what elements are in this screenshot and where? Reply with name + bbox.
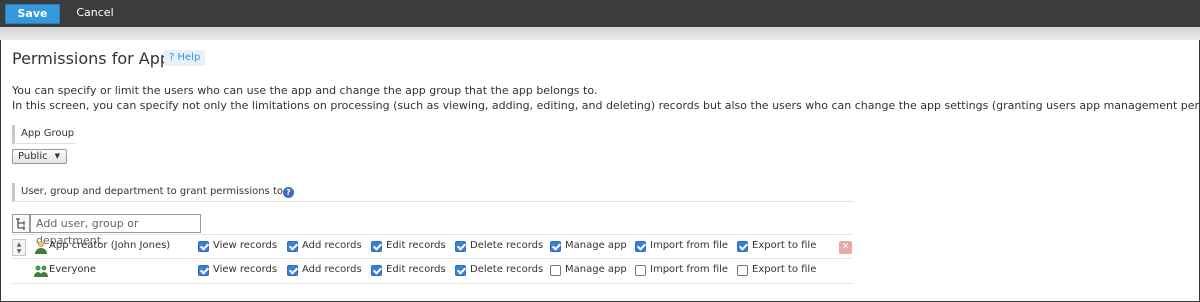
- permission-label: Add records: [302, 264, 362, 275]
- toolbar-shadow: [0, 27, 1200, 40]
- checkbox-add[interactable]: [287, 265, 298, 276]
- org-chart-icon[interactable]: [12, 214, 30, 233]
- save-button[interactable]: Save: [5, 4, 60, 24]
- permission-label: Edit records: [386, 240, 446, 251]
- description-line-1: You can specify or limit the users who c…: [12, 84, 598, 97]
- permission-row: Everyone View records Add records Edit rec…: [12, 259, 853, 284]
- checkbox-export[interactable]: [737, 241, 748, 252]
- checkbox-manage[interactable]: [550, 241, 561, 252]
- top-toolbar: Save Cancel: [0, 0, 1200, 27]
- checkbox-edit[interactable]: [371, 241, 382, 252]
- app-group-select[interactable]: Public ▼: [12, 149, 67, 164]
- permission-label: View records: [213, 240, 278, 251]
- app-group-heading: App Group: [12, 125, 76, 144]
- permission-label: Manage app: [565, 240, 627, 251]
- cancel-button[interactable]: Cancel: [71, 4, 119, 24]
- checkbox-add[interactable]: [287, 241, 298, 252]
- entity-name: Everyone: [49, 264, 97, 275]
- permissions-heading: User, group and department to grant perm…: [12, 183, 853, 202]
- permission-label: Import from file: [650, 240, 729, 251]
- permission-label: Add records: [302, 240, 362, 251]
- chevron-down-icon: ▼: [54, 152, 60, 160]
- group-icon: [34, 265, 48, 277]
- permission-label: Manage app: [565, 264, 627, 275]
- help-label: Help: [177, 52, 201, 63]
- permission-row: ▲ ▼ App creator (John Jones) View records…: [12, 234, 853, 259]
- checkbox-import[interactable]: [635, 241, 646, 252]
- checkbox-delete[interactable]: [455, 265, 466, 276]
- permission-label: Import from file: [650, 264, 729, 275]
- entity-name: App creator (John Jones): [49, 240, 171, 251]
- permission-label: Export to file: [752, 264, 817, 275]
- checkbox-delete[interactable]: [455, 241, 466, 252]
- user-icon: [35, 241, 47, 254]
- permission-label: Delete records: [470, 240, 544, 251]
- checkbox-view[interactable]: [198, 265, 209, 276]
- permission-label: Edit records: [386, 264, 446, 275]
- help-link[interactable]: ? Help: [164, 50, 206, 66]
- app-group-value: Public: [18, 151, 48, 162]
- checkbox-import[interactable]: [635, 265, 646, 276]
- page-title: Permissions for App: [12, 49, 171, 68]
- add-entity-input[interactable]: Add user, group or department: [30, 214, 201, 247]
- checkbox-manage[interactable]: [550, 265, 561, 276]
- permission-label: View records: [213, 264, 278, 275]
- permission-label: Export to file: [752, 240, 817, 251]
- permission-label: Delete records: [470, 264, 544, 275]
- checkbox-edit[interactable]: [371, 265, 382, 276]
- sort-handle-icon[interactable]: ▲ ▼: [12, 239, 26, 256]
- description-line-2: In this screen, you can specify not only…: [12, 99, 1200, 112]
- help-icon: ?: [169, 52, 175, 63]
- checkbox-view[interactable]: [198, 241, 209, 252]
- question-icon[interactable]: ?: [283, 187, 294, 198]
- delete-row-icon[interactable]: ✕: [839, 241, 852, 254]
- checkbox-export[interactable]: [737, 265, 748, 276]
